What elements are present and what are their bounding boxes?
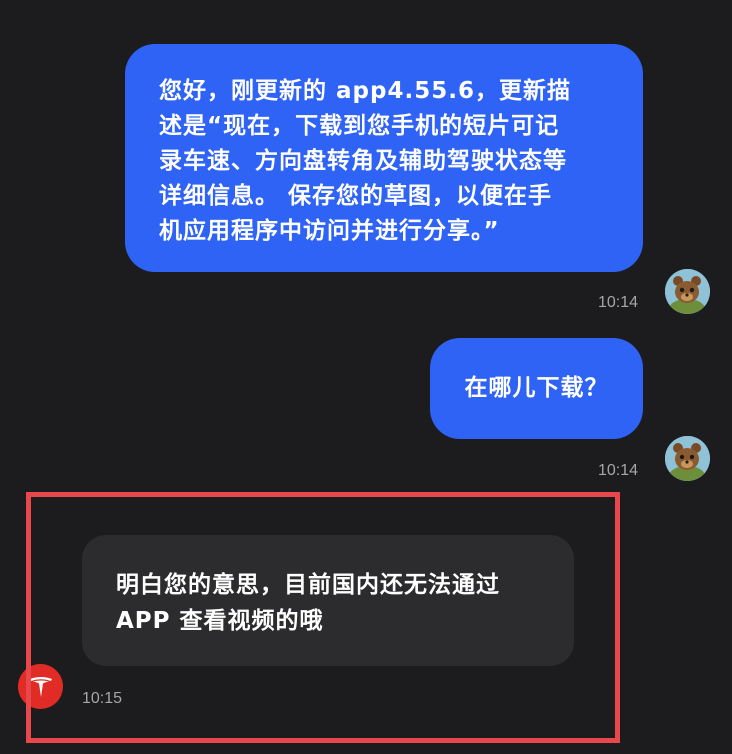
tesla-avatar[interactable]: [18, 664, 63, 709]
message-line: 详细信息。 保存您的草图，以便在手: [159, 183, 553, 209]
message-timestamp: 10:15: [82, 690, 123, 707]
tesla-logo-icon: [29, 676, 52, 697]
message-line: 明白您的意思，目前国内还无法通过: [116, 572, 500, 598]
message-line: 您好，刚更新的 app4.55.6，更新描: [159, 78, 571, 104]
message-line: 录车速、方向盘转角及辅助驾驶状态等: [159, 148, 567, 174]
bear-avatar-icon: [665, 269, 710, 314]
bear-cartoon-avatar[interactable]: [665, 269, 710, 314]
message-timestamp: 10:14: [598, 462, 639, 479]
message-text: 在哪儿下载？: [464, 375, 609, 401]
chat-conversation: 您好，刚更新的 app4.55.6，更新描 述是“现在，下载到您手机的短片可记 …: [0, 0, 732, 754]
outgoing-message-bubble[interactable]: 您好，刚更新的 app4.55.6，更新描 述是“现在，下载到您手机的短片可记 …: [125, 44, 643, 272]
message-line: 机应用程序中访问并进行分享。”: [159, 218, 500, 244]
message-line: 述是“现在，下载到您手机的短片可记: [159, 113, 560, 139]
message-line: APP 查看视频的哦: [116, 608, 324, 634]
outgoing-message-bubble[interactable]: 在哪儿下载？: [430, 338, 643, 439]
incoming-message-bubble[interactable]: 明白您的意思，目前国内还无法通过 APP 查看视频的哦: [82, 535, 574, 666]
message-timestamp: 10:14: [598, 294, 639, 311]
bear-avatar-icon: [665, 436, 710, 481]
bear-cartoon-avatar[interactable]: [665, 436, 710, 481]
